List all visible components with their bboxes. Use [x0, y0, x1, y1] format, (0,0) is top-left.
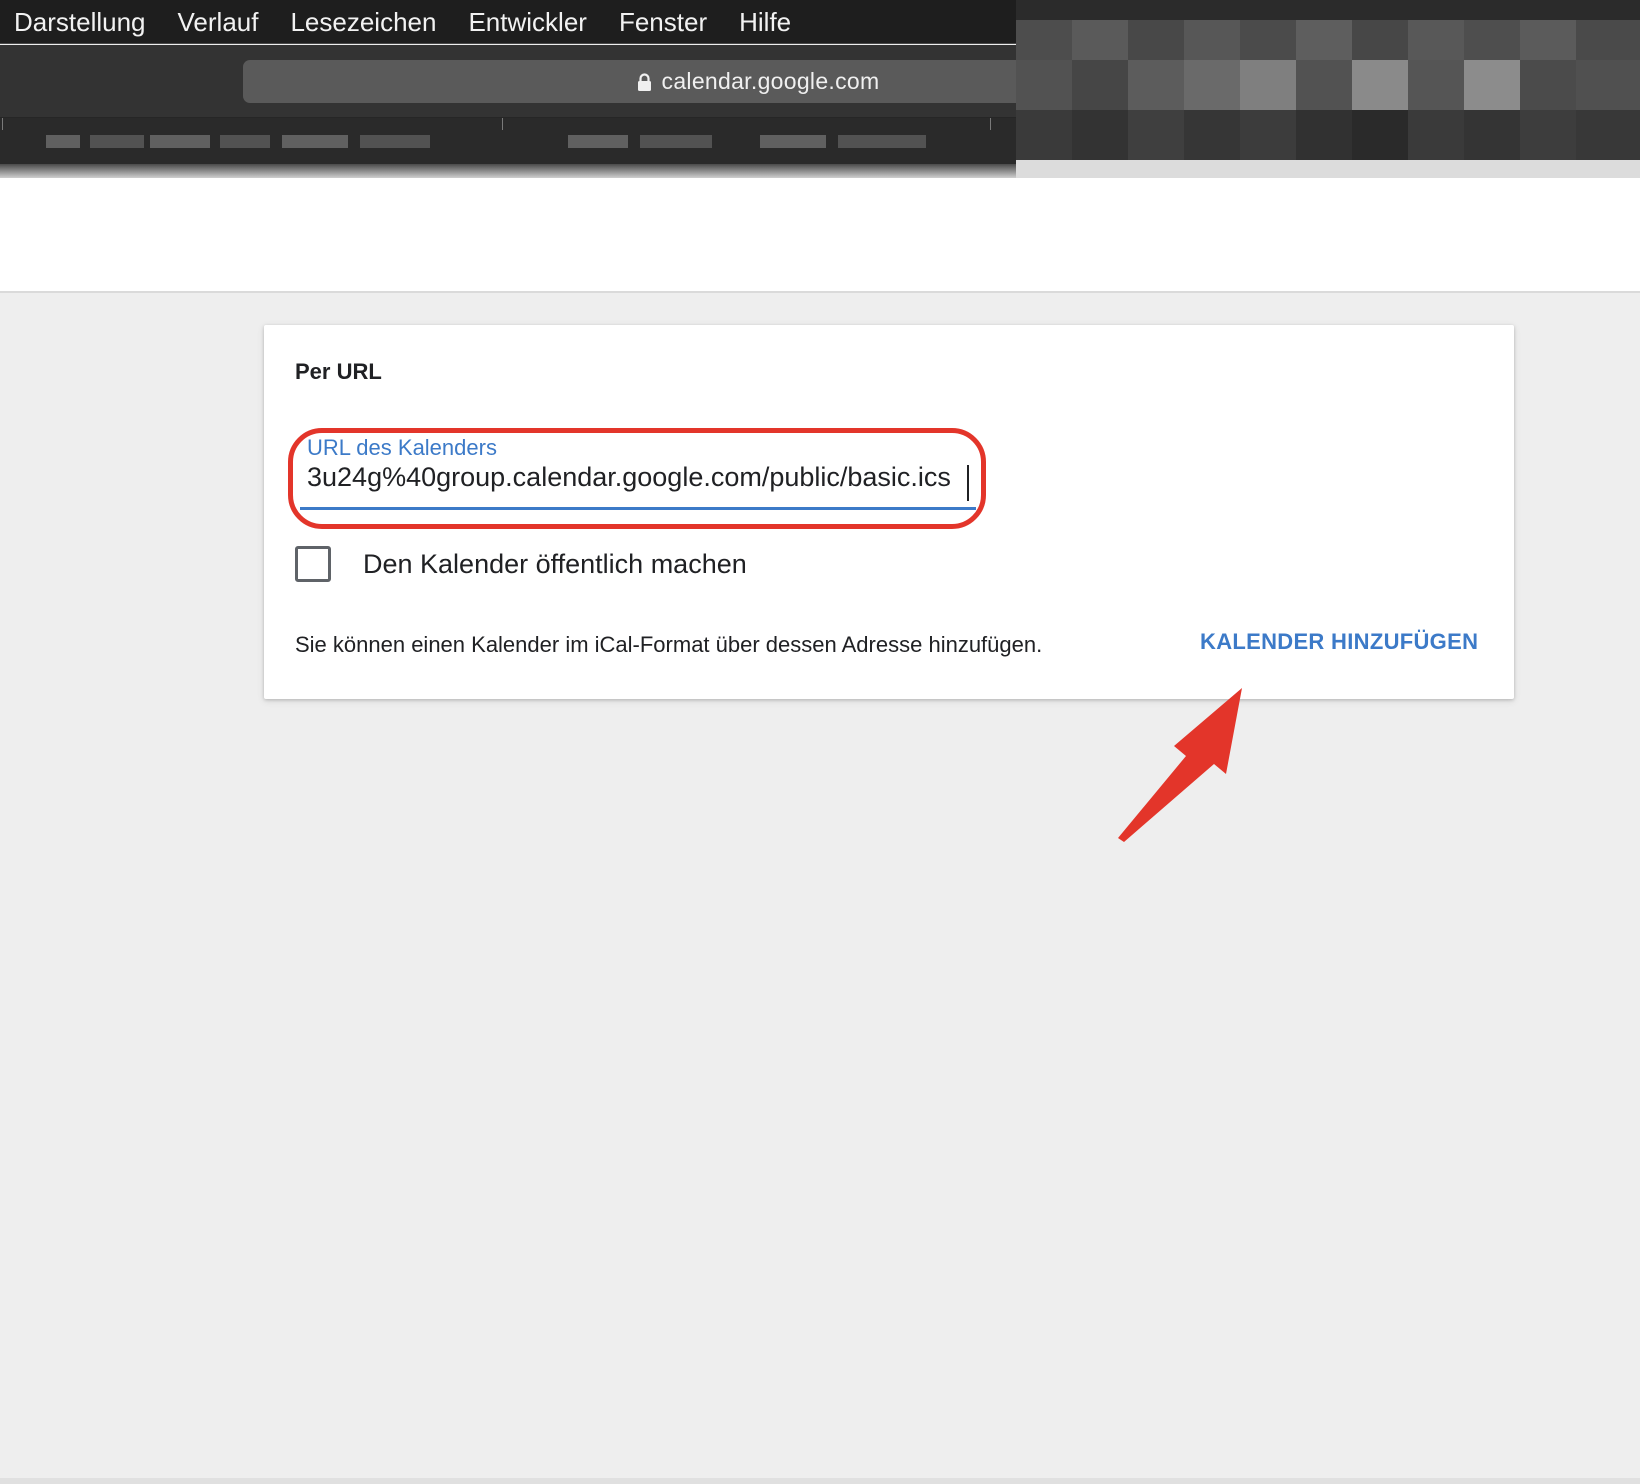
menu-item-verlauf[interactable]: Verlauf	[164, 0, 277, 44]
subscribe-url-card: Per URL URL des Kalenders 3u24g%40group.…	[264, 325, 1514, 699]
calendar-url-input[interactable]: 3u24g%40group.calendar.google.com/public…	[307, 462, 967, 506]
menu-item-hilfe[interactable]: Hilfe	[725, 0, 809, 44]
input-underline	[300, 507, 976, 510]
public-calendar-option[interactable]: Den Kalender öffentlich machen	[295, 546, 747, 582]
address-url: calendar.google.com	[661, 68, 880, 94]
public-calendar-label[interactable]: Den Kalender öffentlich machen	[363, 549, 747, 580]
redacted-region	[1016, 0, 1640, 184]
menu-item-entwickler[interactable]: Entwickler	[454, 0, 604, 44]
public-calendar-checkbox[interactable]	[295, 546, 331, 582]
card-title: Per URL	[295, 359, 382, 384]
ical-hint-text: Sie können einen Kalender im iCal-Format…	[295, 632, 1043, 657]
add-calendar-button[interactable]: KALENDER HINZUFÜGEN	[1194, 625, 1484, 659]
menu-items: Darstellung Verlauf Lesezeichen Entwickl…	[0, 0, 809, 44]
bottom-edge	[0, 1478, 1640, 1484]
menu-item-darstellung[interactable]: Darstellung	[0, 0, 164, 44]
annotation-arrow-icon	[1118, 688, 1242, 842]
menu-item-fenster[interactable]: Fenster	[605, 0, 725, 44]
menu-item-lesezeichen[interactable]: Lesezeichen	[276, 0, 454, 44]
lock-icon	[637, 72, 652, 91]
calendar-url-field[interactable]: URL des Kalenders 3u24g%40group.calendar…	[295, 435, 976, 510]
calendar-url-label: URL des Kalenders	[307, 435, 497, 460]
text-caret	[967, 465, 969, 501]
app-header	[0, 178, 1640, 293]
